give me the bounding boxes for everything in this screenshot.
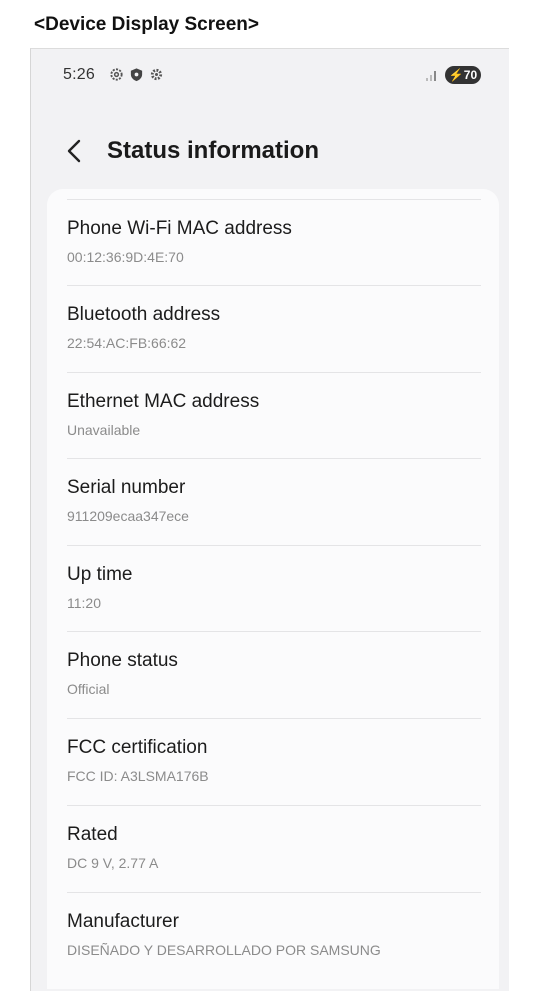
item-value: 11:20	[67, 595, 101, 611]
status-time: 5:26	[63, 66, 95, 83]
item-label: Rated	[67, 824, 118, 845]
status-bar: 5:26 ⚡70	[31, 49, 509, 103]
battery-indicator: ⚡70	[445, 66, 481, 84]
item-value: Unavailable	[67, 422, 141, 438]
list-item-serial-number[interactable]: Serial number 911209ecaa347ece	[67, 458, 481, 544]
divider	[67, 458, 481, 459]
list-item-wifi-mac[interactable]: Phone Wi-Fi MAC address 00:12:36:9D:4E:7…	[67, 199, 481, 285]
divider	[67, 285, 481, 286]
shield-icon	[130, 68, 143, 82]
list-item-bluetooth-address[interactable]: Bluetooth address 22:54:AC:FB:66:62	[67, 285, 481, 371]
list-item-rated[interactable]: Rated DC 9 V, 2.77 A	[67, 805, 481, 891]
app-bar: Status information	[31, 129, 509, 179]
item-value: DC 9 V, 2.77 A	[67, 855, 159, 871]
status-info-list: Phone Wi-Fi MAC address 00:12:36:9D:4E:7…	[47, 189, 499, 989]
notification-gear-icon	[150, 68, 163, 81]
screen-caption: <Device Display Screen>	[34, 14, 259, 35]
divider	[67, 199, 481, 200]
divider	[67, 718, 481, 719]
item-value: FCC ID: A3LSMA176B	[67, 768, 209, 784]
divider	[67, 805, 481, 806]
signal-strength-icon	[426, 71, 436, 81]
list-item-phone-status[interactable]: Phone status Official	[67, 631, 481, 717]
item-label: Serial number	[67, 477, 186, 498]
item-label: Manufacturer	[67, 911, 179, 932]
list-item-up-time[interactable]: Up time 11:20	[67, 545, 481, 631]
item-label: Phone status	[67, 650, 178, 671]
settings-gear-icon	[110, 68, 123, 81]
item-label: Phone Wi-Fi MAC address	[67, 218, 292, 239]
item-value: 911209ecaa347ece	[67, 508, 189, 524]
battery-level: 70	[463, 68, 478, 82]
item-label: Up time	[67, 564, 133, 585]
phone-screen: 5:26 ⚡70 Status information Phone Wi-Fi …	[30, 48, 509, 991]
list-item-ethernet-mac[interactable]: Ethernet MAC address Unavailable	[67, 372, 481, 458]
item-label: Ethernet MAC address	[67, 391, 260, 412]
divider	[67, 545, 481, 546]
item-label: FCC certification	[67, 737, 208, 758]
list-item-fcc-certification[interactable]: FCC certification FCC ID: A3LSMA176B	[67, 718, 481, 804]
battery-bolt-icon: ⚡	[448, 68, 464, 82]
item-value: Official	[67, 681, 110, 697]
item-value: 00:12:36:9D:4E:70	[67, 249, 184, 265]
divider	[67, 892, 481, 893]
item-value: 22:54:AC:FB:66:62	[67, 335, 187, 351]
item-label: Bluetooth address	[67, 304, 221, 325]
divider	[67, 372, 481, 373]
back-arrow-icon[interactable]	[63, 135, 87, 167]
divider	[67, 631, 481, 632]
item-value: DISEÑADO Y DESARROLLADO POR SAMSUNG	[67, 942, 381, 958]
list-item-manufacturer[interactable]: Manufacturer DISEÑADO Y DESARROLLADO POR…	[67, 892, 481, 978]
page-title: Status information	[107, 137, 320, 164]
